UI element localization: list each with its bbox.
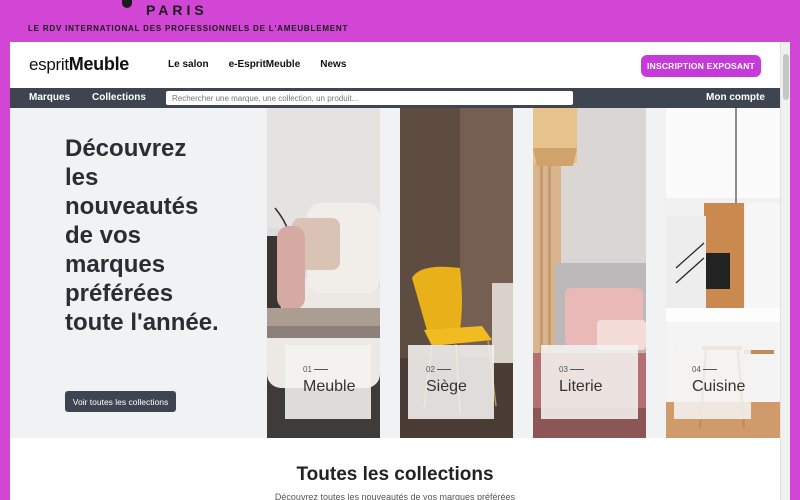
- logo-suffix: Meuble: [68, 54, 130, 74]
- tile-name: Siège: [426, 378, 467, 395]
- secondary-nav-bar: Marques Collections Mon compte: [10, 88, 780, 108]
- tile-caption: 02 Siège: [408, 345, 494, 419]
- section-subtitle: Découvrez toutes les nouveautés de vos m…: [274, 492, 516, 500]
- banner-tagline: LE RDV INTERNATIONAL DES PROFESSIONNELS …: [28, 24, 349, 33]
- category-tile-siege[interactable]: 02 Siège: [400, 108, 513, 438]
- browser-viewport: espritMeuble Le salon e-EspritMeuble New…: [10, 42, 790, 500]
- logo-prefix: esprit: [29, 55, 69, 74]
- view-all-collections-button[interactable]: Voir toutes les collections: [65, 391, 176, 412]
- banner-city: PARIS: [146, 2, 208, 18]
- category-tile-cuisine[interactable]: 04 Cuisine: [666, 108, 780, 438]
- section-title: Toutes les collections: [296, 464, 494, 485]
- tile-name: Literie: [559, 378, 603, 395]
- hero-section: Découvrez les nouveautés de vos marques …: [10, 108, 780, 438]
- category-tile-meuble[interactable]: 01 Meuble: [267, 108, 380, 438]
- account-link[interactable]: Mon compte: [706, 92, 765, 103]
- site-header: espritMeuble Le salon e-EspritMeuble New…: [10, 42, 780, 88]
- search-input[interactable]: [166, 91, 573, 105]
- tile-caption: 04 Cuisine: [674, 345, 751, 419]
- tile-number: 03: [559, 365, 584, 374]
- nav-item-e-espritmeuble[interactable]: e-EspritMeuble: [229, 59, 301, 70]
- tile-number: 01: [303, 365, 328, 374]
- exhibitor-signup-button[interactable]: INSCRIPTION EXPOSANT: [641, 55, 761, 77]
- tile-number: 02: [426, 365, 451, 374]
- nav-item-news[interactable]: News: [320, 59, 346, 70]
- tile-caption: 03 Literie: [541, 345, 638, 419]
- brands-menu[interactable]: Marques: [29, 92, 70, 103]
- event-banner: PARIS LE RDV INTERNATIONAL DES PROFESSIO…: [0, 0, 800, 42]
- site-logo[interactable]: espritMeuble: [29, 54, 129, 75]
- scrollbar-thumb[interactable]: [783, 54, 789, 100]
- collections-menu[interactable]: Collections: [92, 92, 146, 103]
- hero-title: Découvrez les nouveautés de vos marques …: [65, 135, 219, 336]
- brand-logo-fragment: [122, 0, 132, 8]
- tile-number: 04: [692, 365, 717, 374]
- tile-name: Meuble: [303, 378, 356, 395]
- category-tile-literie[interactable]: 03 Literie: [533, 108, 646, 438]
- main-nav: Le salon e-EspritMeuble News: [168, 59, 346, 70]
- page-scrollbar[interactable]: [780, 42, 790, 500]
- tile-name: Cuisine: [692, 378, 746, 395]
- nav-item-le-salon[interactable]: Le salon: [168, 59, 209, 70]
- tile-caption: 01 Meuble: [285, 345, 371, 419]
